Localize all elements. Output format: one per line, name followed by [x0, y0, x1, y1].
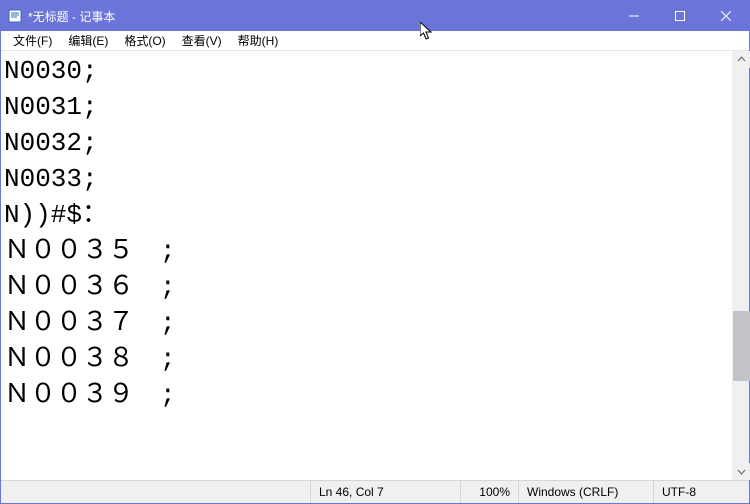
status-eol: Windows (CRLF) — [518, 481, 653, 503]
notepad-window: *无标题 - 记事本 文件(F) 编辑(E) 格式(O) 查看(V) 帮助(H)… — [0, 0, 750, 504]
menu-format[interactable]: 格式(O) — [116, 31, 173, 51]
maximize-button[interactable] — [657, 1, 703, 31]
status-spacer — [1, 481, 310, 503]
minimize-button[interactable] — [611, 1, 657, 31]
scroll-down-arrow-icon[interactable] — [733, 463, 750, 480]
menu-file[interactable]: 文件(F) — [5, 31, 60, 51]
window-title: *无标题 - 记事本 — [28, 8, 115, 25]
app-icon — [7, 8, 23, 24]
status-lncol: Ln 46, Col 7 — [310, 481, 460, 503]
menubar: 文件(F) 编辑(E) 格式(O) 查看(V) 帮助(H) — [1, 31, 749, 51]
close-button[interactable] — [703, 1, 749, 31]
scrollbar-thumb[interactable] — [733, 311, 750, 381]
menu-help[interactable]: 帮助(H) — [230, 31, 287, 51]
text-editor[interactable]: N0030; N0031; N0032; N0033; N))#$： Ｎ００３５… — [1, 51, 732, 480]
scroll-up-arrow-icon[interactable] — [733, 51, 750, 68]
menu-edit[interactable]: 编辑(E) — [60, 31, 116, 51]
status-encoding: UTF-8 — [653, 481, 749, 503]
titlebar[interactable]: *无标题 - 记事本 — [1, 1, 749, 31]
statusbar: Ln 46, Col 7 100% Windows (CRLF) UTF-8 — [1, 480, 749, 503]
menu-view[interactable]: 查看(V) — [174, 31, 230, 51]
vertical-scrollbar[interactable] — [732, 51, 749, 480]
status-zoom: 100% — [460, 481, 518, 503]
content-area: N0030; N0031; N0032; N0033; N))#$： Ｎ００３５… — [1, 51, 749, 480]
